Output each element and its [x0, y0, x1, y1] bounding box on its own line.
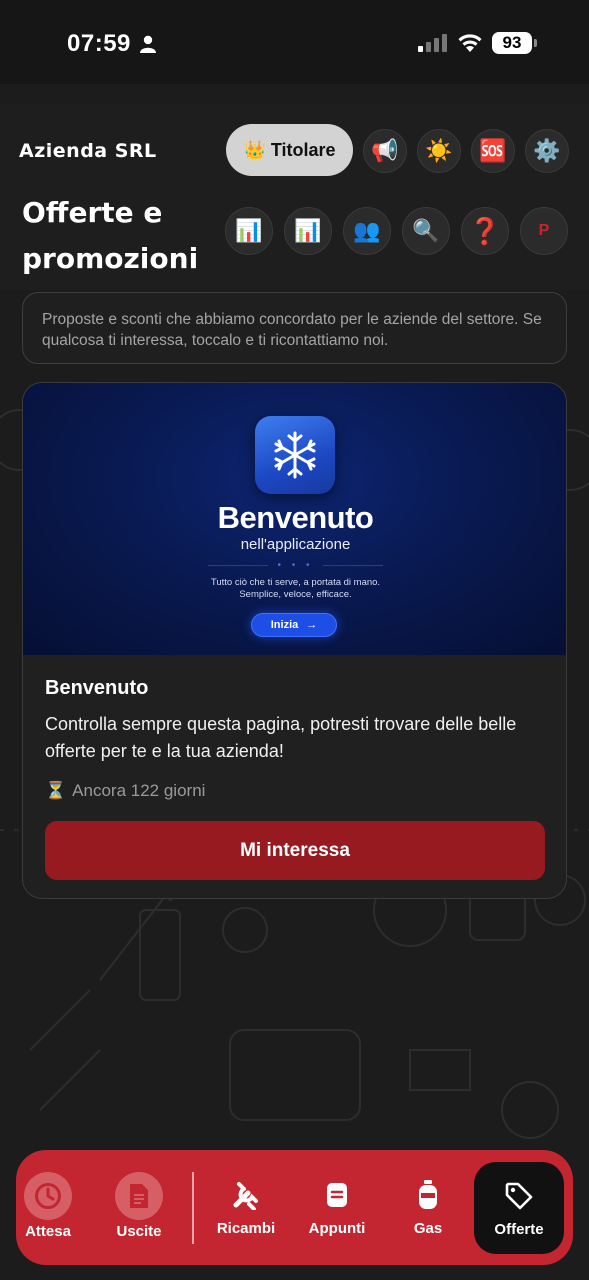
sun-icon: ☀️	[425, 138, 453, 163]
stats-button-2[interactable]: 📊	[284, 207, 332, 255]
notes-icon	[327, 1183, 347, 1207]
nav-label: Offerte	[494, 1220, 544, 1238]
nav-item-attesa[interactable]: Attesa	[16, 1150, 80, 1265]
users-icon: 👥	[353, 218, 381, 243]
cellular-signal-icon	[418, 34, 447, 52]
person-icon	[140, 35, 156, 53]
arrow-right-icon: →	[306, 619, 318, 631]
search-button[interactable]: 🔍	[402, 207, 450, 255]
banner-start-label: Inizia	[270, 619, 299, 631]
hourglass-icon: ⏳	[45, 781, 67, 800]
profile-initial: P	[538, 222, 550, 239]
tag-icon	[505, 1182, 533, 1209]
banner-start-button[interactable]: Inizia →	[251, 613, 337, 637]
banner-tagline-2: Semplice, veloce, efficace.	[239, 589, 352, 600]
page-title: Offerte e promozioni	[22, 196, 199, 275]
wifi-icon	[458, 34, 482, 52]
bar-chart-icon: 📊	[294, 218, 322, 243]
stats-button-1[interactable]: 📊	[225, 207, 273, 255]
banner-subtitle: nell'applicazione	[240, 536, 351, 553]
sos-button[interactable]: 🆘	[471, 129, 515, 173]
users-button[interactable]: 👥	[343, 207, 391, 255]
company-name: Azienda SRL	[19, 140, 157, 162]
app-logo	[255, 416, 335, 494]
offer-title: Benvenuto	[45, 677, 149, 699]
offer-banner[interactable]: Benvenuto nell'applicazione • • • Tutto …	[23, 383, 566, 655]
bar-chart-icon: 📊	[235, 218, 263, 243]
offer-remaining: ⏳ Ancora 122 giorni	[45, 781, 205, 801]
role-label: Titolare	[270, 139, 336, 160]
status-time: 07:59	[67, 30, 131, 57]
page-description: Proposte e sconti che abbiamo concordato…	[22, 292, 567, 364]
nav-divider	[192, 1172, 194, 1244]
help-button[interactable]: ❓	[461, 207, 509, 255]
tools-icon	[233, 1182, 258, 1210]
question-icon: ❓	[468, 215, 502, 246]
snowflake-icon	[274, 431, 316, 479]
nav-label: Ricambi	[216, 1220, 276, 1237]
profile-button[interactable]: P	[520, 207, 568, 255]
banner-dots: • • •	[277, 560, 314, 571]
banner-tagline-1: Tutto ciò che ti serve, a portata di man…	[210, 577, 381, 588]
nav-label: Attesa	[25, 1222, 71, 1240]
nav-item-uscite[interactable]: Uscite	[108, 1150, 170, 1265]
megaphone-button[interactable]: 📢	[363, 129, 407, 173]
theme-toggle-button[interactable]: ☀️	[417, 129, 461, 173]
nav-label: Gas	[413, 1220, 443, 1237]
offer-text: Controlla sempre questa pagina, potresti…	[45, 714, 517, 761]
clock-icon	[35, 1182, 61, 1209]
remaining-label: Ancora 122 giorni	[72, 781, 206, 800]
bottom-nav: Attesa Uscite Ricambi Appunti Gas Offert…	[16, 1150, 573, 1265]
nav-label: Uscite	[116, 1222, 162, 1240]
megaphone-icon: 📢	[371, 138, 399, 163]
nav-item-appunti[interactable]: Appunti	[304, 1150, 370, 1265]
document-icon	[130, 1183, 148, 1208]
role-button[interactable]: 👑 Titolare	[226, 124, 353, 176]
banner-title: Benvenuto	[217, 500, 374, 535]
app-header: Azienda SRL 👑 Titolare 📢 ☀️ 🆘 ⚙️ Offerte…	[0, 104, 589, 290]
settings-button[interactable]: ⚙️	[525, 129, 569, 173]
gas-cylinder-icon	[419, 1180, 437, 1209]
offer-card[interactable]: Benvenuto nell'applicazione • • • Tutto …	[22, 382, 567, 899]
search-icon: 🔍	[412, 218, 440, 243]
nav-item-gas[interactable]: Gas	[398, 1150, 458, 1265]
battery-indicator: 93	[492, 32, 537, 54]
interest-button[interactable]: Mi interessa	[45, 821, 545, 880]
gear-icon: ⚙️	[533, 138, 561, 163]
nav-item-offerte[interactable]: Offerte	[474, 1162, 564, 1254]
nav-label: Appunti	[308, 1220, 366, 1237]
sos-icon: 🆘	[479, 138, 507, 163]
status-bar: 07:59 93	[0, 0, 589, 84]
crown-icon: 👑	[243, 139, 266, 160]
nav-item-ricambi[interactable]: Ricambi	[212, 1150, 280, 1265]
